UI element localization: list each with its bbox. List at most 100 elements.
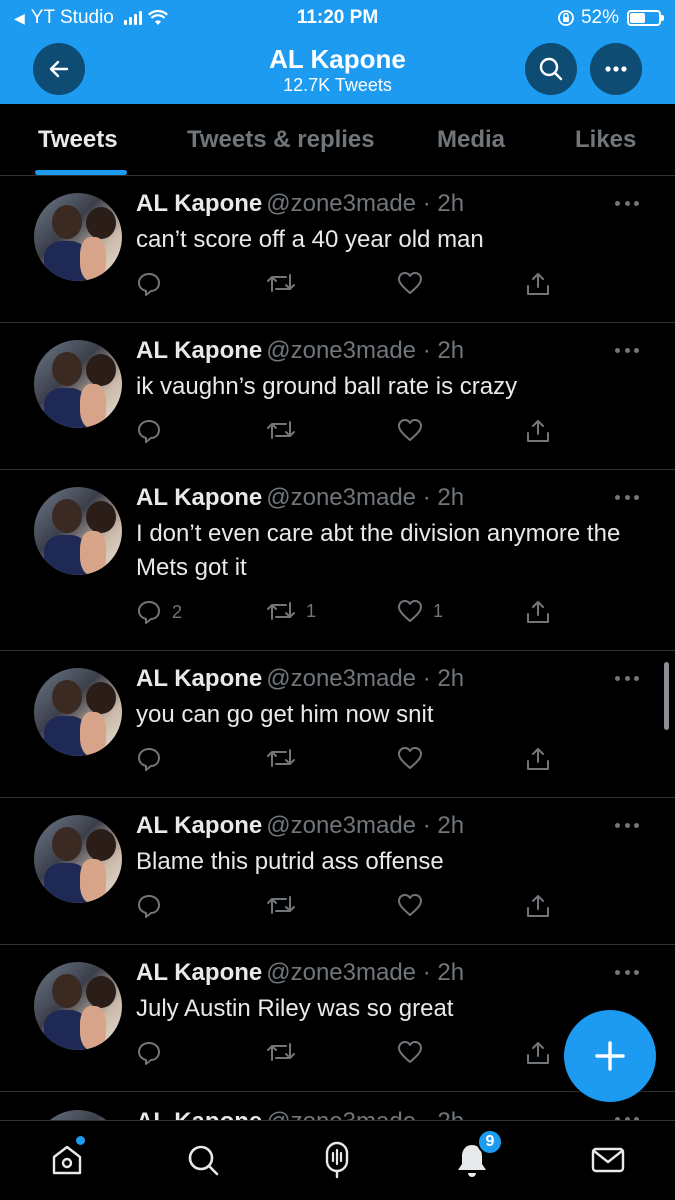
compose-tweet-button[interactable]	[564, 1010, 656, 1102]
reply-button[interactable]	[136, 1040, 172, 1066]
tab-likes[interactable]: Likes	[575, 126, 636, 154]
reply-icon	[138, 420, 160, 443]
tweet-handle-time: @zone3made · 2h	[266, 1108, 464, 1120]
tweet-text: you can go get him now snit	[136, 701, 434, 728]
tweet-author-name[interactable]: AL Kapone	[136, 190, 262, 217]
like-button[interactable]	[397, 893, 433, 917]
share-button[interactable]	[525, 418, 551, 444]
tweet-more-button[interactable]	[615, 198, 639, 208]
tweet[interactable]: AL Kapone @zone3made · 2h can’t score off…	[0, 176, 675, 323]
share-button[interactable]	[525, 746, 551, 772]
retweet-button[interactable]	[266, 271, 306, 295]
tweet-header: AL Kapone@zone3made · 2h	[136, 189, 464, 219]
retweet-icon	[267, 896, 295, 914]
bottom-navigation: 9	[0, 1120, 675, 1200]
tweet-author-name[interactable]: AL Kapone	[136, 1108, 262, 1120]
avatar[interactable]	[34, 1110, 122, 1120]
tweet-handle-time: @zone3made · 2h	[266, 337, 465, 364]
tweet-author-name[interactable]: AL Kapone	[136, 959, 262, 986]
retweet-button[interactable]	[266, 1040, 306, 1064]
avatar[interactable]	[34, 815, 122, 903]
like-button[interactable]: 1	[397, 599, 443, 623]
home-unread-dot	[76, 1136, 85, 1145]
reply-button[interactable]: 2	[136, 599, 182, 625]
top-bar: ◀ YT Studio 11:20 PM 52% AL Kapone 12.7K…	[0, 0, 675, 104]
retweet-button[interactable]	[266, 746, 306, 770]
tweet[interactable]: AL Kapone @zone3made · 2h I don’t even ca…	[0, 470, 675, 651]
reply-button[interactable]	[136, 746, 172, 772]
nav-notifications[interactable]: 9	[447, 1129, 503, 1185]
like-count: 1	[433, 600, 444, 621]
nav-home[interactable]	[42, 1135, 92, 1185]
reply-button[interactable]	[136, 271, 172, 297]
tweet-actions	[136, 418, 556, 448]
tweet-handle-time: @zone3made · 2h	[266, 959, 465, 986]
reply-icon	[138, 748, 160, 771]
share-icon	[527, 1042, 549, 1064]
more-options-button[interactable]	[590, 43, 642, 95]
tweet-author-name[interactable]: AL Kapone	[136, 337, 262, 364]
share-button[interactable]	[525, 271, 551, 297]
retweet-icon	[267, 274, 295, 292]
heart-icon	[398, 419, 422, 441]
tweet[interactable]: AL Kapone @zone3made · 2h ik vaughn’s gro…	[0, 323, 675, 470]
like-button[interactable]	[397, 1040, 433, 1064]
share-button[interactable]	[525, 893, 551, 919]
profile-tabs: Tweets Tweets & replies Media Likes	[0, 104, 675, 176]
tweet-feed[interactable]: AL Kapone @zone3made · 2h can’t score off…	[0, 176, 675, 1120]
tab-media[interactable]: Media	[437, 126, 505, 154]
nav-spaces[interactable]	[312, 1135, 362, 1185]
tweet[interactable]: AL Kapone @zone3made · 2h Blame this putr…	[0, 798, 675, 945]
tweet-text: can’t score off a 40 year old man	[136, 226, 484, 253]
reply-count: 2	[172, 601, 183, 622]
search-icon	[539, 57, 563, 81]
tweet[interactable]: AL Kapone @zone3made · 2h you can go get …	[0, 651, 675, 798]
avatar[interactable]	[34, 340, 122, 428]
retweet-icon	[267, 1043, 295, 1061]
share-button[interactable]	[525, 599, 551, 625]
search-button[interactable]	[525, 43, 577, 95]
search-icon	[188, 1145, 219, 1176]
heart-icon	[398, 272, 422, 294]
status-bar: ◀ YT Studio 11:20 PM 52%	[0, 0, 675, 36]
tweet-author-name[interactable]: AL Kapone	[136, 484, 262, 511]
reply-button[interactable]	[136, 893, 172, 919]
reply-icon	[138, 273, 160, 296]
retweet-button[interactable]: 1	[266, 599, 316, 623]
avatar[interactable]	[34, 193, 122, 281]
tweet-more-button[interactable]	[615, 492, 639, 502]
retweet-button[interactable]	[266, 893, 306, 917]
share-button[interactable]	[525, 1040, 551, 1066]
scroll-indicator[interactable]	[664, 662, 669, 730]
avatar[interactable]	[34, 487, 122, 575]
share-icon	[527, 601, 549, 623]
retweet-button[interactable]	[266, 418, 306, 442]
tweet-actions: 2 1 1	[136, 599, 556, 629]
nav-search[interactable]	[178, 1135, 228, 1185]
retweet-icon	[267, 421, 295, 439]
tweet-more-button[interactable]	[615, 820, 639, 830]
tab-tweets[interactable]: Tweets	[38, 126, 118, 154]
tweet-header: AL Kapone@zone3made · 2h	[136, 483, 464, 513]
like-button[interactable]	[397, 271, 433, 295]
retweet-count: 1	[306, 600, 317, 621]
nav-messages[interactable]	[583, 1135, 633, 1185]
reply-button[interactable]	[136, 418, 172, 444]
like-button[interactable]	[397, 746, 433, 770]
tab-tweets-and-replies[interactable]: Tweets & replies	[187, 126, 375, 154]
tweet-header: AL Kapone@zone3made · 2h	[136, 811, 464, 841]
avatar[interactable]	[34, 668, 122, 756]
tweet[interactable]: AL Kapone @zone3made · 2h	[0, 1092, 675, 1120]
tweet-author-name[interactable]: AL Kapone	[136, 665, 262, 692]
avatar[interactable]	[34, 962, 122, 1050]
reply-icon	[138, 1042, 160, 1065]
tweet-author-name[interactable]: AL Kapone	[136, 812, 262, 839]
mail-icon	[591, 1147, 625, 1173]
tweet-actions	[136, 746, 556, 776]
tweet-more-button[interactable]	[615, 673, 639, 683]
tweet-more-button[interactable]	[615, 967, 639, 977]
like-button[interactable]	[397, 418, 433, 442]
tweet-more-button[interactable]	[615, 345, 639, 355]
tweet-handle-time: @zone3made · 2h	[266, 190, 465, 217]
tweet-header: AL Kapone@zone3made · 2h	[136, 958, 464, 988]
